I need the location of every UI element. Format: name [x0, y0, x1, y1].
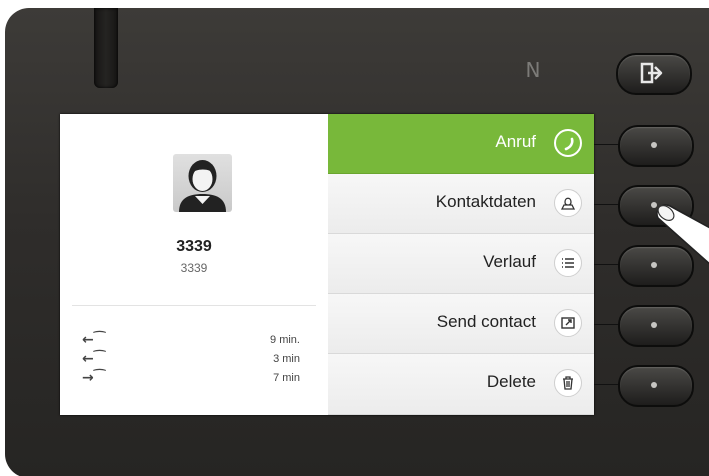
call-history-row: ←⁀ 3 min: [82, 351, 300, 369]
logout-button[interactable]: [616, 53, 692, 95]
menu-item-kontaktdaten[interactable]: Kontaktdaten: [328, 174, 594, 234]
call-history-row: →⁀ 7 min: [82, 370, 300, 388]
softkey-dot: [651, 322, 657, 328]
connector-line: [594, 144, 620, 145]
phone-handset-icon: [554, 129, 582, 157]
share-contact-icon: [554, 309, 582, 337]
call-history-row: ←⁀ 9 min.: [82, 332, 300, 350]
connector-line: [594, 264, 620, 265]
divider: [72, 305, 316, 306]
call-duration: 9 min.: [270, 334, 300, 346]
softkey-button-1[interactable]: [618, 125, 694, 167]
phone-device: N 3339 3339 ←⁀ 9 min. ←⁀ 3 min →⁀ 7 min …: [0, 0, 709, 476]
contact-panel: 3339 3339 ←⁀ 9 min. ←⁀ 3 min →⁀ 7 min: [60, 114, 328, 415]
contact-name: 3339: [176, 238, 212, 255]
menu-item-label: Verlauf: [483, 252, 536, 271]
menu-item-anruf[interactable]: Anruf: [328, 114, 594, 174]
menu-item-label: Delete: [486, 372, 536, 391]
softkey-button-4[interactable]: [618, 305, 694, 347]
menu-item-label: Kontaktdaten: [435, 192, 536, 211]
call-duration: 7 min: [273, 372, 300, 384]
logout-icon: [640, 62, 663, 84]
incoming-call-icon: ←⁀: [82, 332, 106, 348]
call-duration: 3 min: [273, 353, 300, 365]
menu-item-delete[interactable]: Delete: [328, 354, 594, 415]
softkey-button-5[interactable]: [618, 365, 694, 407]
connector-line: [594, 204, 620, 205]
nfc-icon: N: [525, 58, 541, 82]
outgoing-call-icon: →⁀: [82, 370, 106, 386]
menu-item-label: Anruf: [495, 132, 536, 151]
avatar: [173, 154, 232, 212]
trash-icon: [554, 369, 582, 397]
contact-number: 3339: [180, 261, 208, 275]
contact-person-icon: [554, 189, 582, 217]
display-screen: 3339 3339 ←⁀ 9 min. ←⁀ 3 min →⁀ 7 min An…: [60, 114, 594, 415]
handset-slot: [94, 8, 118, 88]
softkey-dot: [651, 382, 657, 388]
menu-item-send-contact[interactable]: Send contact: [328, 294, 594, 354]
context-menu: Anruf Kontaktdaten Verlauf Send contact: [328, 114, 594, 415]
incoming-call-icon: ←⁀: [82, 351, 106, 367]
connector-line: [594, 384, 620, 385]
list-icon: [554, 249, 582, 277]
menu-item-label: Send contact: [436, 312, 536, 331]
person-silhouette-icon: [179, 160, 226, 212]
menu-item-verlauf[interactable]: Verlauf: [328, 234, 594, 294]
connector-line: [594, 324, 620, 325]
finger-pointer-icon: [656, 204, 709, 265]
softkey-dot: [651, 142, 657, 148]
